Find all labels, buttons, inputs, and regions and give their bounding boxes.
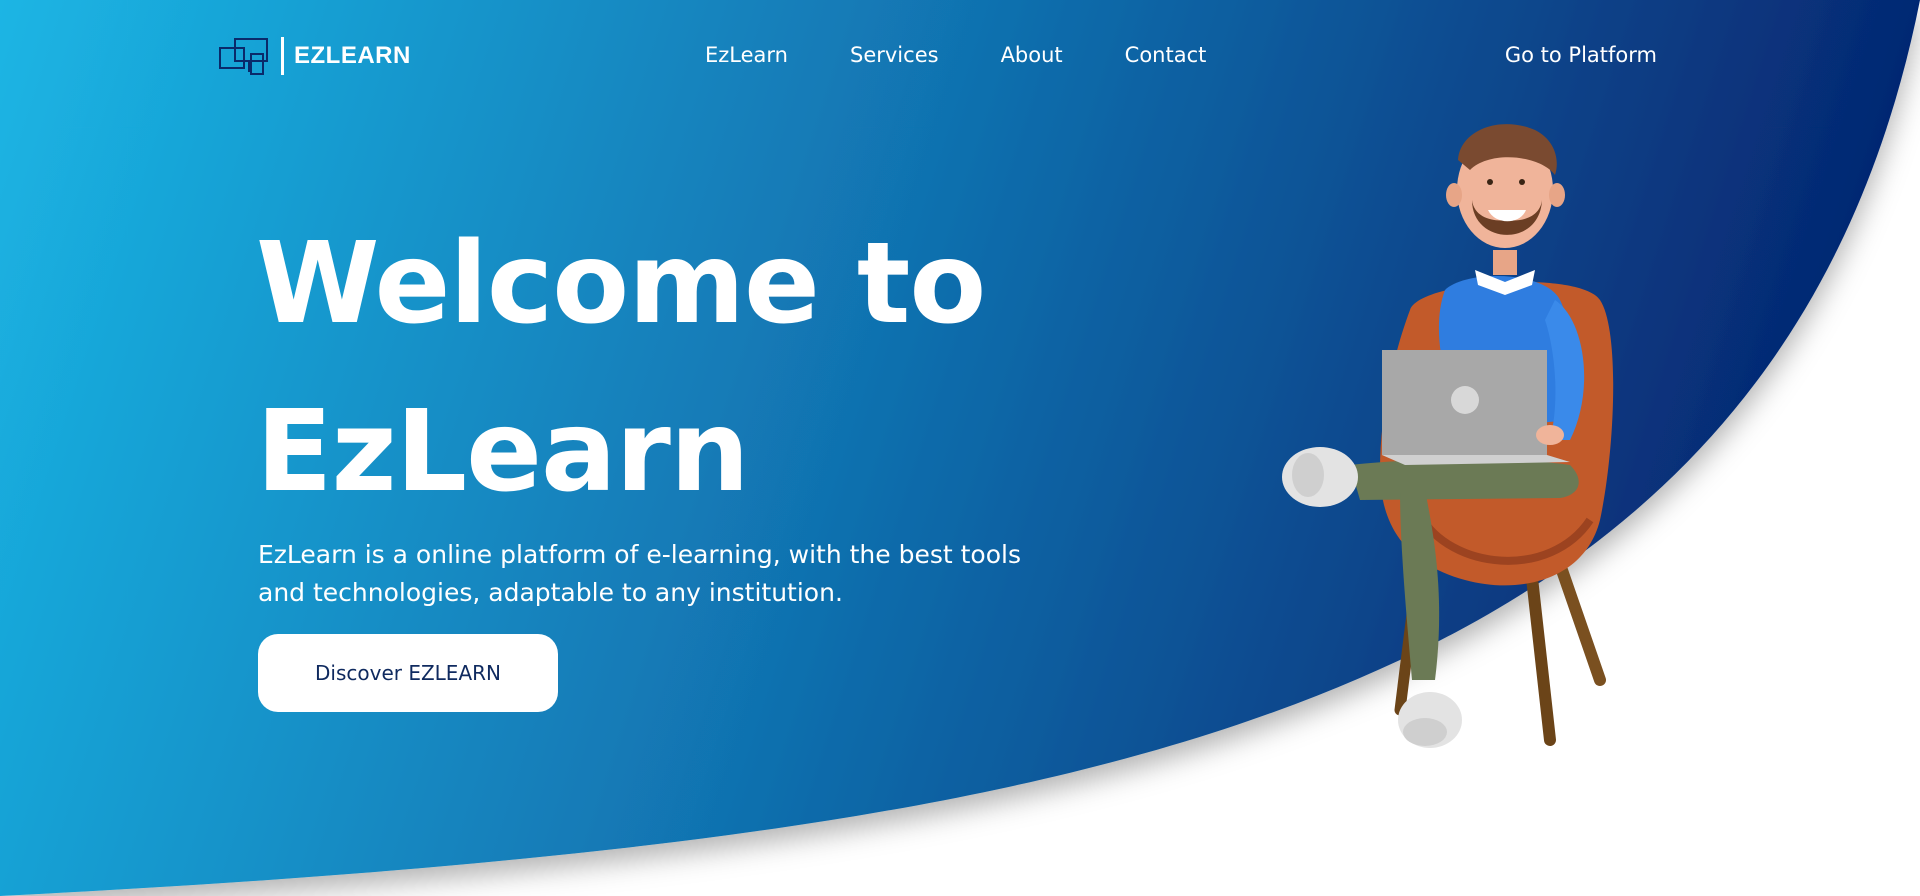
discover-ezlearn-button[interactable]: Discover EZLEARN [258,634,558,712]
hero-title-line-1: Welcome to [256,219,986,349]
hero-description: EzLearn is a online platform of e-learni… [258,540,1021,607]
man-with-laptop-illustration [1282,124,1614,748]
go-to-platform-link[interactable]: Go to Platform [1505,43,1657,67]
hero-title-line-2: EzLearn [256,387,750,517]
nav-link-contact[interactable]: Contact [1125,43,1207,67]
hero-title: Welcome to EzLearn [256,200,986,536]
navbar: EZLEARN EzLearn Services About Contact G… [0,0,1920,112]
main-nav: EzLearn Services About Contact [705,43,1268,67]
devices-icon [219,38,268,75]
brand-logo[interactable]: EZLEARN [219,36,411,76]
nav-link-services[interactable]: Services [850,43,939,67]
nav-link-ezlearn[interactable]: EzLearn [705,43,788,67]
brand-name: EZLEARN [294,42,411,69]
logo-divider [281,37,284,75]
nav-link-about[interactable]: About [1001,43,1063,67]
